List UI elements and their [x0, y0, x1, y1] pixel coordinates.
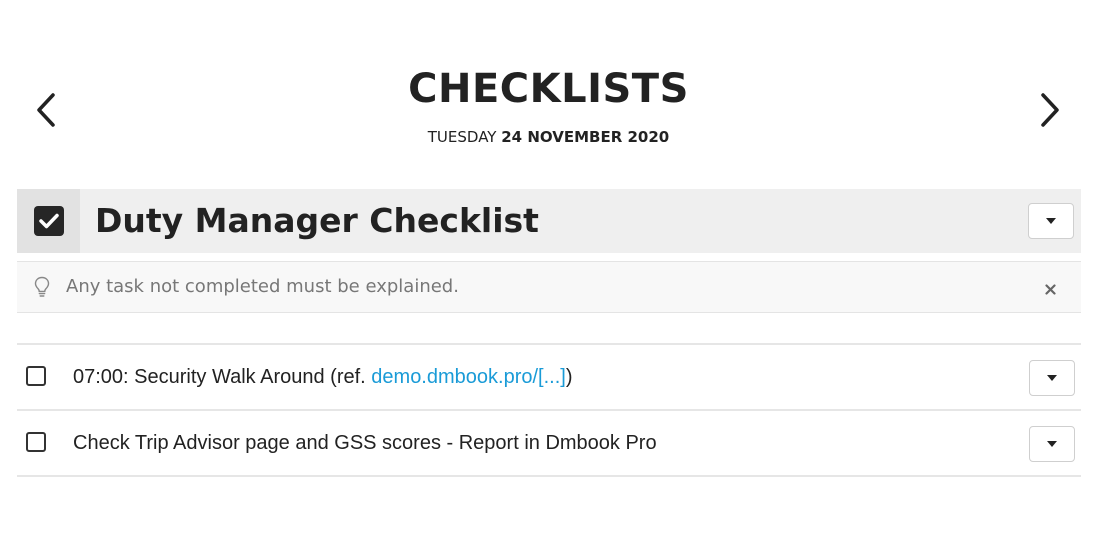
task-text: 07:00: Security Walk Around (ref.: [73, 366, 372, 388]
task-checkbox[interactable]: [26, 366, 46, 386]
page-title: CHECKLISTS: [408, 66, 689, 112]
task-label: Check Trip Advisor page and GSS scores -…: [73, 432, 657, 454]
checkbox-checked-icon: [33, 206, 64, 236]
task-text-suffix: ): [565, 366, 573, 388]
checklist-header: Duty Manager Checklist: [17, 189, 1081, 253]
task-reference-link[interactable]: demo.dmbook.pro/[...]: [371, 366, 566, 388]
date-weekday: TUESDAY: [427, 128, 497, 146]
notice-banner: Any task not completed must be explained…: [17, 261, 1081, 313]
page-date: TUESDAY 24 NOVEMBER 2020: [0, 127, 1097, 147]
date-value: 24 NOVEMBER 2020: [501, 128, 670, 146]
task-list: 07:00: Security Walk Around (ref. demo.d…: [17, 343, 1081, 477]
task-checkbox[interactable]: [26, 432, 46, 452]
checklist-title: Duty Manager Checklist: [95, 201, 539, 240]
task-options-button[interactable]: [1029, 426, 1075, 462]
checklist-complete-toggle[interactable]: [17, 189, 80, 253]
lightbulb-icon: [34, 276, 50, 297]
task-label: 07:00: Security Walk Around (ref. demo.d…: [73, 345, 573, 409]
close-notice-button[interactable]: [1041, 280, 1059, 298]
caret-down-icon: [1046, 218, 1056, 224]
task-options-button[interactable]: [1029, 360, 1075, 396]
notice-text: Any task not completed must be explained…: [66, 276, 459, 297]
caret-down-icon: [1047, 441, 1057, 447]
task-row: Check Trip Advisor page and GSS scores -…: [17, 411, 1081, 477]
task-row: 07:00: Security Walk Around (ref. demo.d…: [17, 345, 1081, 411]
checklist-options-button[interactable]: [1028, 203, 1074, 239]
close-icon: [1044, 283, 1056, 295]
caret-down-icon: [1047, 375, 1057, 381]
